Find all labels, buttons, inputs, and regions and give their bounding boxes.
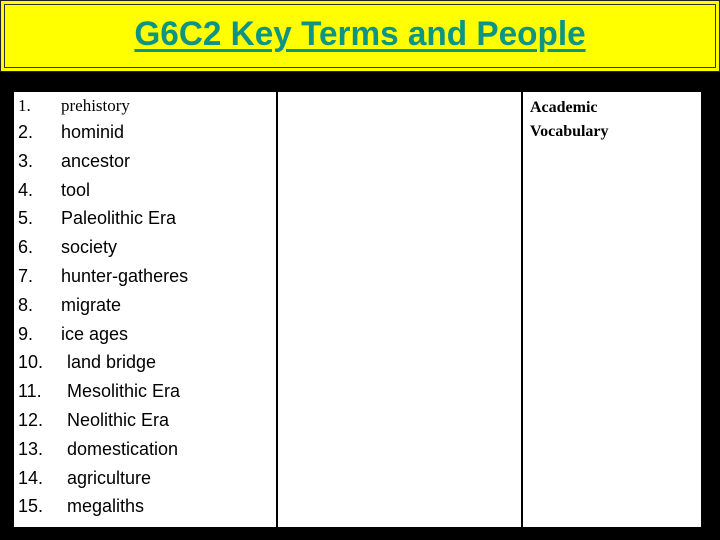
- term-number: 15.: [18, 496, 44, 517]
- term-text: Mesolithic Era: [67, 381, 181, 402]
- term-item: 4. tool: [14, 176, 274, 205]
- term-text: tool: [61, 179, 91, 200]
- term-item: 11. Mesolithic Era: [14, 377, 274, 406]
- term-item: 1. prehistory: [14, 94, 274, 118]
- key-terms-list: 1. prehistory 2. hominid 3. ancestor 4. …: [14, 94, 274, 521]
- term-number: 12.: [18, 409, 44, 430]
- term-text: Neolithic Era: [67, 409, 170, 430]
- term-item: 6. society: [14, 233, 274, 262]
- term-item: 2. hominid: [14, 118, 274, 147]
- term-text: agriculture: [67, 467, 152, 488]
- term-text: ice ages: [61, 323, 129, 344]
- term-text: society: [61, 237, 118, 258]
- term-number: 8.: [18, 294, 34, 315]
- column-divider: [276, 92, 278, 527]
- term-text: domestication: [67, 438, 179, 459]
- term-text: hominid: [61, 122, 125, 142]
- academic-vocabulary-line1: Academic: [530, 99, 598, 116]
- term-text: megaliths: [67, 496, 145, 517]
- term-number: 3.: [18, 150, 34, 171]
- term-number: 5.: [18, 208, 34, 229]
- term-item: 12. Neolithic Era: [14, 406, 274, 435]
- term-text: prehistory: [61, 96, 130, 115]
- term-item: 7. hunter-gatheres: [14, 262, 274, 291]
- term-text: migrate: [61, 294, 122, 315]
- term-item: 5. Paleolithic Era: [14, 204, 274, 233]
- page-title: G6C2 Key Terms and People: [134, 15, 586, 53]
- term-item: 8. migrate: [14, 291, 274, 320]
- title-banner: G6C2 Key Terms and People: [0, 0, 720, 72]
- term-number: 9.: [18, 323, 34, 344]
- term-number: 14.: [18, 467, 44, 488]
- term-item: 13. domestication: [14, 435, 274, 464]
- column-divider: [521, 92, 523, 527]
- term-number: 4.: [18, 179, 34, 200]
- term-number: 11.: [18, 381, 42, 402]
- term-text: hunter-gatheres: [61, 265, 189, 286]
- term-item: 15. megaliths: [14, 492, 274, 521]
- term-number: 7.: [18, 265, 34, 286]
- term-text: land bridge: [67, 352, 157, 373]
- term-item: 9. ice ages: [14, 320, 274, 349]
- term-number: 13.: [18, 438, 44, 459]
- term-number: 2.: [18, 122, 34, 142]
- academic-vocabulary-heading: Academic Vocabulary: [530, 96, 609, 144]
- term-number: 6.: [18, 237, 34, 258]
- term-item: 10. land bridge: [14, 348, 274, 377]
- term-number: 10.: [18, 352, 44, 373]
- terms-table: 1. prehistory 2. hominid 3. ancestor 4. …: [14, 92, 701, 527]
- term-text: Paleolithic Era: [61, 208, 177, 229]
- term-item: 14. agriculture: [14, 464, 274, 493]
- term-number: 1.: [18, 96, 31, 115]
- term-item: 3. ancestor: [14, 147, 274, 176]
- term-text: ancestor: [61, 150, 131, 171]
- academic-vocabulary-line2: Vocabulary: [530, 123, 609, 140]
